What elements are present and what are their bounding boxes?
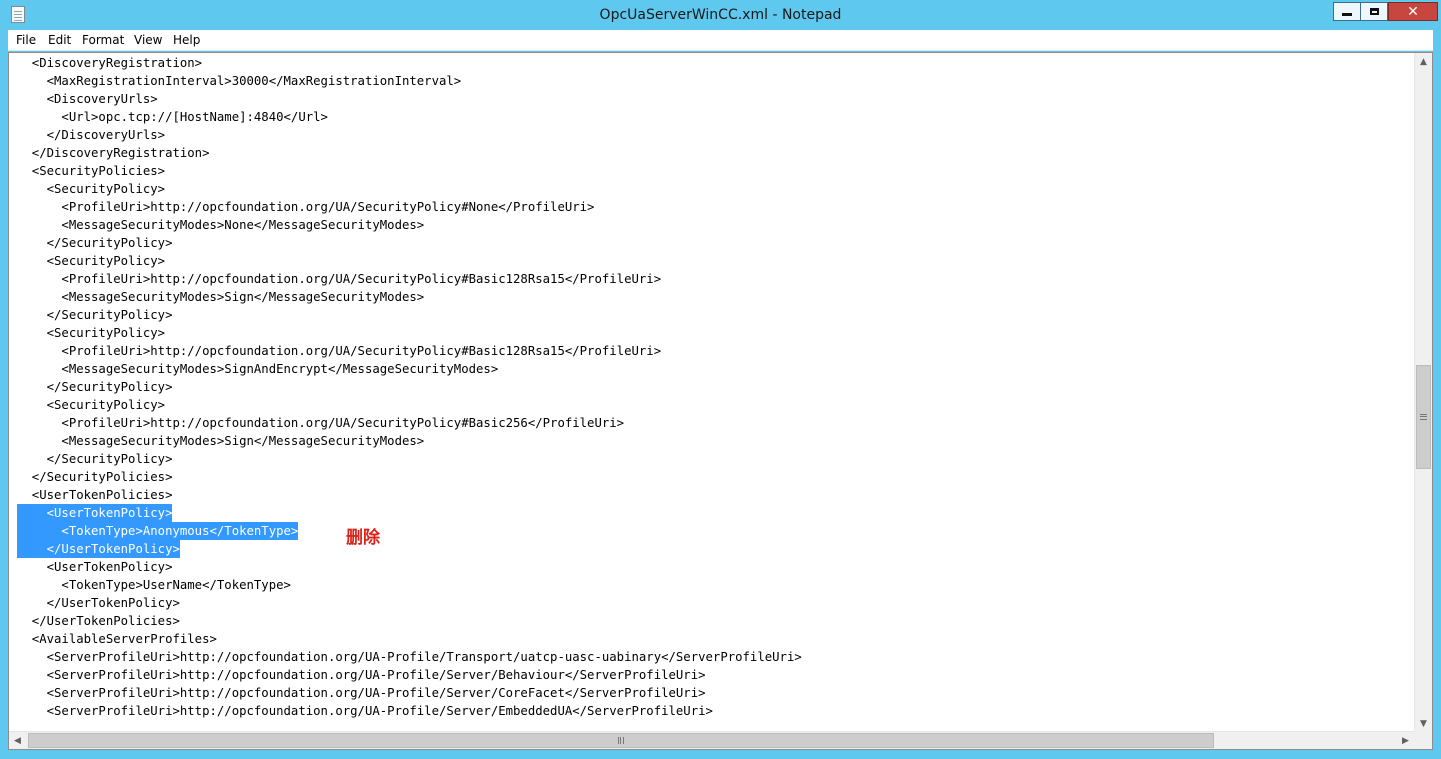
text-line: <ServerProfileUri>http://opcfoundation.o…: [17, 668, 706, 682]
text-line: <ProfileUri>http://opcfoundation.org/UA/…: [17, 272, 662, 286]
menu-edit[interactable]: Edit: [48, 33, 71, 47]
text-line: </DiscoveryRegistration>: [17, 146, 210, 160]
text-line: <SecurityPolicy>: [17, 398, 166, 412]
text-line: <MessageSecurityModes>SignAndEncrypt</Me…: [17, 362, 499, 376]
vertical-scroll-thumb[interactable]: [1416, 365, 1431, 469]
text-line: <TokenType>Anonymous</TokenType>: [17, 522, 299, 540]
text-line: </SecurityPolicy>: [17, 452, 173, 466]
close-icon: ✕: [1407, 3, 1419, 20]
text-line: </UserTokenPolicies>: [17, 614, 180, 628]
text-line: <SecurityPolicy>: [17, 254, 166, 268]
menu-view[interactable]: View: [134, 33, 162, 47]
text-line: <MessageSecurityModes>Sign</MessageSecur…: [17, 434, 425, 448]
vertical-scrollbar[interactable]: ▲ ▼: [1414, 53, 1432, 732]
menu-help[interactable]: Help: [173, 33, 200, 47]
annotation-delete-label: 删除: [346, 528, 380, 548]
scrollbar-corner: [1414, 731, 1432, 749]
text-line: <ProfileUri>http://opcfoundation.org/UA/…: [17, 416, 625, 430]
text-line: <SecurityPolicies>: [17, 164, 166, 178]
scroll-up-arrow-icon[interactable]: ▲: [1415, 53, 1432, 70]
maximize-icon: [1369, 8, 1379, 15]
text-line: <UserTokenPolicies>: [17, 488, 173, 502]
editor-area: 删除 <DiscoveryRegistration> <MaxRegistrat…: [8, 52, 1433, 750]
text-line: </SecurityPolicy>: [17, 236, 173, 250]
text-line: <AvailableServerProfiles>: [17, 632, 217, 646]
text-line: </SecurityPolicy>: [17, 308, 173, 322]
text-line: </SecurityPolicy>: [17, 380, 173, 394]
text-line: <ServerProfileUri>http://opcfoundation.o…: [17, 686, 706, 700]
text-line: <MessageSecurityModes>Sign</MessageSecur…: [17, 290, 425, 304]
grip-icon: [1420, 414, 1427, 420]
text-line: <SecurityPolicy>: [17, 326, 166, 340]
close-button[interactable]: ✕: [1388, 2, 1438, 21]
text-line: <Url>opc.tcp://[HostName]:4840</Url>: [17, 110, 328, 124]
horizontal-scrollbar[interactable]: ◀ ▶: [9, 731, 1414, 749]
text-line: <DiscoveryUrls>: [17, 92, 158, 106]
text-editor[interactable]: 删除 <DiscoveryRegistration> <MaxRegistrat…: [9, 53, 1414, 732]
minimize-icon: [1342, 13, 1352, 16]
text-line: </UserTokenPolicy>: [17, 540, 180, 558]
text-line: <ServerProfileUri>http://opcfoundation.o…: [17, 704, 713, 718]
text-line: <ServerProfileUri>http://opcfoundation.o…: [17, 650, 802, 664]
text-line: <SecurityPolicy>: [17, 182, 166, 196]
text-line: <MaxRegistrationInterval>30000</MaxRegis…: [17, 74, 462, 88]
window-title: OpcUaServerWinCC.xml - Notepad: [599, 7, 842, 23]
minimize-button[interactable]: [1333, 2, 1361, 21]
maximize-button[interactable]: [1361, 2, 1388, 21]
scroll-left-arrow-icon[interactable]: ◀: [9, 732, 26, 749]
text-line: <DiscoveryRegistration>: [17, 56, 203, 70]
menu-format[interactable]: Format: [82, 33, 124, 47]
title-bar[interactable]: OpcUaServerWinCC.xml - Notepad ✕: [0, 0, 1441, 30]
text-line: <ProfileUri>http://opcfoundation.org/UA/…: [17, 344, 662, 358]
text-line: <UserTokenPolicy>: [17, 504, 173, 522]
horizontal-scroll-thumb[interactable]: [28, 733, 1214, 748]
text-line: <ProfileUri>http://opcfoundation.org/UA/…: [17, 200, 595, 214]
text-line: <TokenType>UserName</TokenType>: [17, 578, 291, 592]
notepad-window: OpcUaServerWinCC.xml - Notepad ✕ File Ed…: [0, 0, 1441, 759]
menu-file[interactable]: File: [16, 33, 36, 47]
scroll-right-arrow-icon[interactable]: ▶: [1397, 732, 1414, 749]
text-line: <MessageSecurityModes>None</MessageSecur…: [17, 218, 425, 232]
grip-icon: [618, 737, 624, 744]
menu-bar: File Edit Format View Help: [8, 30, 1433, 51]
text-line: <UserTokenPolicy>: [17, 560, 173, 574]
text-line: </UserTokenPolicy>: [17, 596, 180, 610]
text-line: </DiscoveryUrls>: [17, 128, 166, 142]
scroll-down-arrow-icon[interactable]: ▼: [1415, 715, 1432, 732]
text-line: </SecurityPolicies>: [17, 470, 173, 484]
